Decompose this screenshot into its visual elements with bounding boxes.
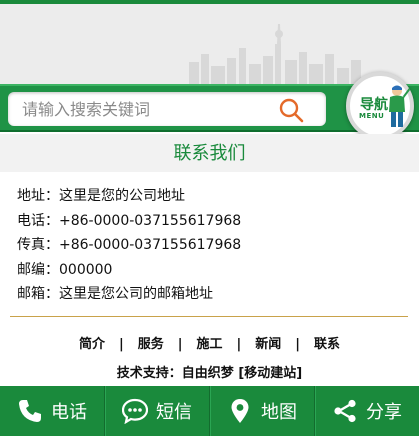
sms-label: 短信 <box>156 402 192 423</box>
phone-value: +86-0000-037155617968 <box>59 212 242 229</box>
bottom-action-bar: 电话 短信 地图 分享 <box>0 386 419 436</box>
worker-figure-icon <box>389 85 410 127</box>
mobile-site-link[interactable]: [移动建站] <box>238 366 302 381</box>
phone-row: 电话：+86-0000-037155617968 <box>17 209 241 234</box>
share-button[interactable]: 分享 <box>314 386 419 436</box>
contact-section-title: 联系我们 <box>0 134 419 172</box>
phone-label: 电话： <box>17 212 59 229</box>
address-label: 地址： <box>17 188 59 204</box>
email-value: 这里是您公司的邮箱地址 <box>59 286 213 303</box>
email-row: 邮箱：这里是您公司的邮箱地址 <box>17 282 241 307</box>
tech-support-line: 技术支持：自由织梦 [移动建站] <box>0 362 419 381</box>
share-icon <box>334 399 356 423</box>
contact-info-list: 地址：这里是您的公司地址 电话：+86-0000-037155617968 传真… <box>17 184 241 307</box>
message-icon <box>122 398 148 424</box>
email-label: 邮箱： <box>17 286 59 303</box>
call-button[interactable]: 电话 <box>0 386 104 436</box>
postcode-value: 000000 <box>59 261 113 278</box>
footer-separator: | <box>295 337 301 352</box>
nav-badge-sublabel: MENU <box>359 112 385 120</box>
city-skyline-graphic <box>189 24 361 84</box>
address-row: 地址：这里是您的公司地址 <box>17 184 241 209</box>
tech-support-link[interactable]: 自由织梦 <box>182 366 234 381</box>
search-button[interactable] <box>278 97 304 123</box>
map-pin-icon <box>231 399 249 423</box>
sms-button[interactable]: 短信 <box>104 386 209 436</box>
footer-link-services[interactable]: 服务 <box>138 337 164 352</box>
footer-link-contact[interactable]: 联系 <box>314 337 340 352</box>
postcode-row: 邮编：000000 <box>17 258 241 283</box>
footer-divider <box>10 316 408 317</box>
search-icon[interactable] <box>278 97 304 123</box>
postcode-label: 邮编： <box>17 261 59 278</box>
footer-link-construction[interactable]: 施工 <box>196 337 222 352</box>
footer-separator: | <box>177 337 183 352</box>
footer-nav: 简介 | 服务 | 施工 | 新闻 | 联系 <box>0 333 419 352</box>
fax-label: 传真： <box>17 237 59 254</box>
tech-support-prefix: 技术支持： <box>116 366 182 381</box>
call-label: 电话 <box>51 402 87 423</box>
footer-separator: | <box>118 337 124 352</box>
footer-link-intro[interactable]: 简介 <box>79 337 105 352</box>
map-button[interactable]: 地图 <box>209 386 314 436</box>
share-label: 分享 <box>366 402 402 423</box>
map-label: 地图 <box>261 402 297 423</box>
header-banner <box>0 4 419 84</box>
address-value: 这里是您的公司地址 <box>59 188 185 204</box>
search-input[interactable] <box>22 92 272 126</box>
fax-row: 传真：+86-0000-037155617968 <box>17 233 241 258</box>
search-field-container[interactable] <box>8 92 326 126</box>
phone-icon <box>19 400 41 422</box>
navigation-menu-button[interactable]: 导航 MENU <box>346 72 414 140</box>
footer-separator: | <box>236 337 242 352</box>
footer-link-news[interactable]: 新闻 <box>255 337 281 352</box>
fax-value: +86-0000-037155617968 <box>59 237 242 254</box>
